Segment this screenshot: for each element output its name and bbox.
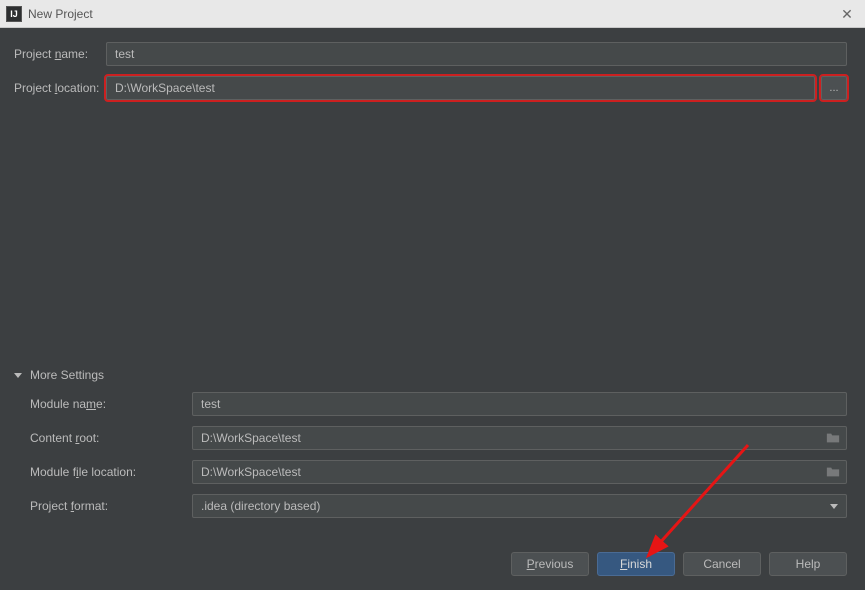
window-title: New Project [28,7,93,21]
project-location-field[interactable] [106,76,815,100]
project-name-row: Project name: [14,42,847,66]
more-settings-toggle[interactable]: More Settings [14,368,847,382]
module-name-label: Module name: [30,397,192,411]
content-root-label: Content root: [30,431,192,445]
folder-icon[interactable] [826,431,840,445]
module-file-input[interactable] [201,465,838,479]
project-name-input[interactable] [115,47,838,61]
project-location-browse-button[interactable]: ... [821,76,847,100]
app-icon: IJ [6,6,22,22]
module-file-field[interactable] [192,460,847,484]
content-root-row: Content root: [30,426,847,450]
module-file-label: Module file location: [30,465,192,479]
titlebar: IJ New Project ✕ [0,0,865,28]
project-format-label: Project format: [30,499,192,513]
more-settings-label: More Settings [30,368,104,382]
help-button[interactable]: Help [769,552,847,576]
cancel-button[interactable]: Cancel [683,552,761,576]
chevron-down-icon [830,504,838,509]
module-file-row: Module file location: [30,460,847,484]
expand-arrow-icon [14,373,22,378]
project-format-dropdown[interactable]: .idea (directory based) [192,494,847,518]
project-name-field[interactable] [106,42,847,66]
button-row: Previous Finish Cancel Help [511,552,847,576]
project-location-input[interactable] [115,81,806,95]
content-root-field[interactable] [192,426,847,450]
finish-button[interactable]: Finish [597,552,675,576]
project-format-value: .idea (directory based) [201,499,320,513]
close-button[interactable]: ✕ [837,4,857,24]
previous-button[interactable]: Previous [511,552,589,576]
module-name-row: Module name: [30,392,847,416]
project-name-label: Project name: [14,47,106,61]
project-location-row: Project location: ... [14,76,847,100]
content-root-input[interactable] [201,431,838,445]
module-name-input[interactable] [201,397,838,411]
folder-icon[interactable] [826,465,840,479]
project-location-label: Project location: [14,81,106,95]
module-name-field[interactable] [192,392,847,416]
project-format-row: Project format: .idea (directory based) [30,494,847,518]
